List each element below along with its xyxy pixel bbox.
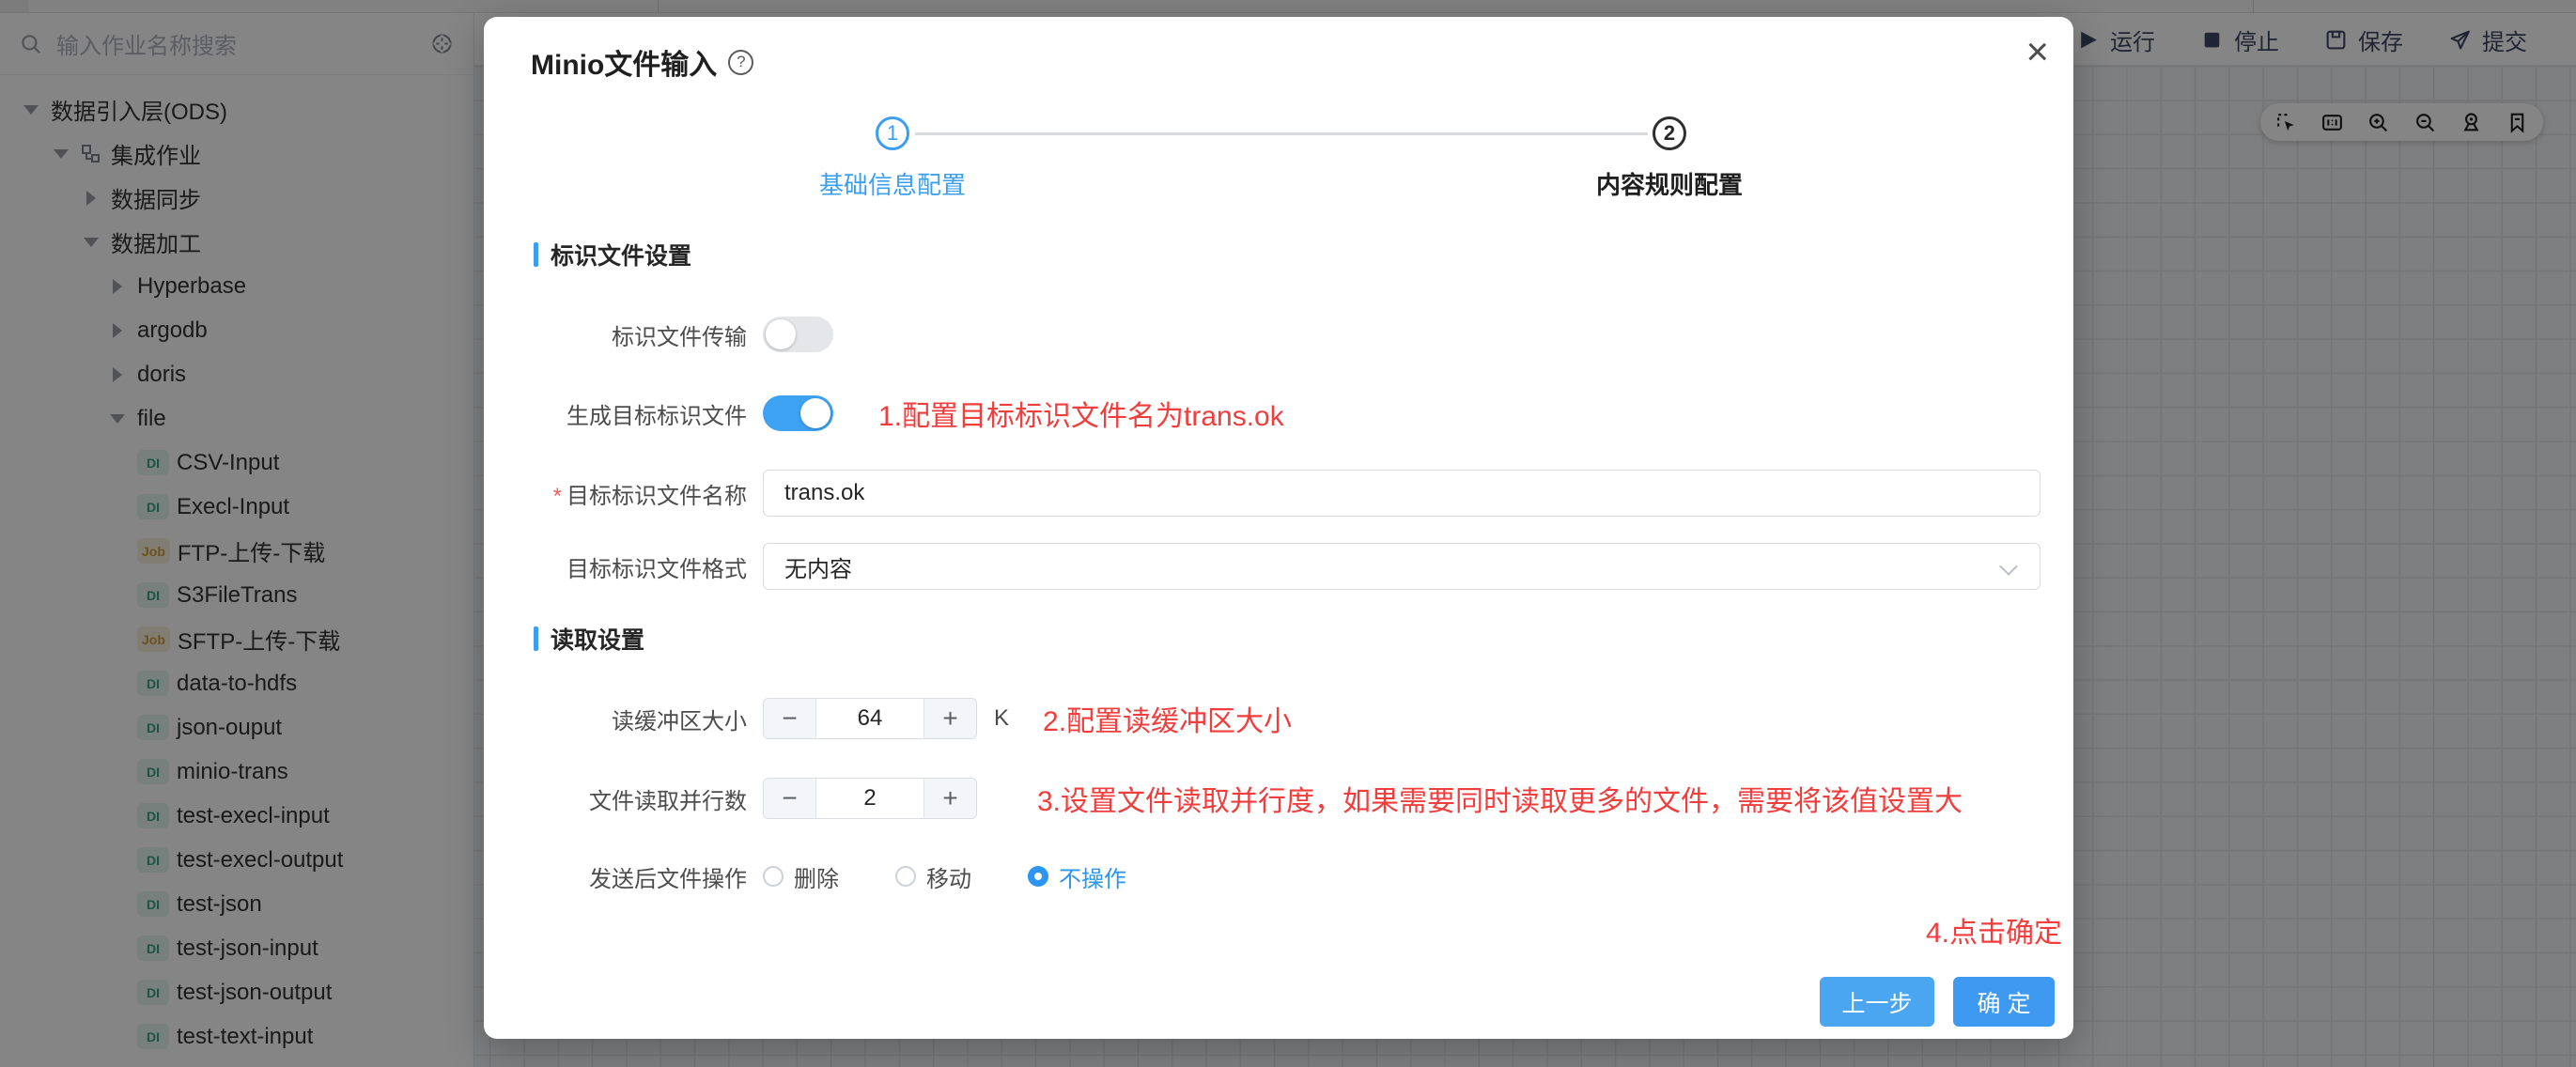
- target-flag-name-label: *目标标识文件名称: [484, 477, 747, 510]
- toggle-knob: [800, 398, 830, 428]
- section-read-settings: 读取设置: [534, 622, 644, 656]
- decrement-button[interactable]: −: [764, 779, 816, 818]
- stepper-line: [915, 132, 1648, 135]
- decrement-button[interactable]: −: [764, 699, 816, 738]
- radio-icon: [895, 866, 916, 887]
- minio-input-dialog: Minio文件输入 ? × 1 基础信息配置 2 内容规则配置 标识文件设置 标…: [484, 17, 2073, 1039]
- radio-move[interactable]: 移动: [895, 860, 971, 893]
- row-parallel: 文件读取并行数 − 2 + 3.设置文件读取并行度，如果需要同时读取更多的文件，…: [484, 775, 2073, 822]
- chevron-down-icon: [1999, 557, 2018, 576]
- annotation-step4: 4.点击确定: [1926, 909, 2062, 951]
- radio-no-action[interactable]: 不操作: [1028, 860, 1126, 893]
- row-flag-transfer: 标识文件传输: [484, 311, 2073, 358]
- annotation-step3: 3.设置文件读取并行度，如果需要同时读取更多的文件，需要将该值设置大: [1037, 778, 1963, 819]
- step-basic-info[interactable]: 1 基础信息配置: [819, 116, 966, 201]
- parallel-value[interactable]: 2: [816, 779, 923, 818]
- dialog-title: Minio文件输入 ?: [531, 41, 753, 83]
- select-value: 无内容: [784, 550, 852, 583]
- confirm-button[interactable]: 确 定: [1953, 977, 2055, 1027]
- app-window: 运行 停止 保存: [0, 0, 2576, 1067]
- parallel-stepper: − 2 +: [763, 778, 977, 819]
- row-post-action: 发送后文件操作 删除 移动 不操作: [484, 853, 2073, 900]
- annotation-step2: 2.配置读缓冲区大小: [1043, 698, 1292, 739]
- row-read-buffer: 读缓冲区大小 − 64 + K 2.配置读缓冲区大小: [484, 695, 2073, 742]
- radio-delete[interactable]: 删除: [763, 860, 839, 893]
- dialog-footer: 上一步 确 定: [1820, 977, 2055, 1027]
- post-action-label: 发送后文件操作: [484, 860, 747, 893]
- step-content-rules[interactable]: 2 内容规则配置: [1596, 116, 1743, 201]
- help-icon[interactable]: ?: [728, 50, 753, 75]
- close-icon[interactable]: ×: [2025, 32, 2049, 71]
- increment-button[interactable]: +: [923, 779, 976, 818]
- radio-icon: [1028, 866, 1048, 887]
- annotation-step1: 1.配置目标标识文件名为trans.ok: [878, 393, 1284, 434]
- flag-transfer-label: 标识文件传输: [484, 318, 747, 351]
- increment-button[interactable]: +: [923, 699, 976, 738]
- target-flag-format-select[interactable]: 无内容: [763, 543, 2041, 590]
- read-buffer-label: 读缓冲区大小: [484, 703, 747, 735]
- dialog-title-text: Minio文件输入: [531, 41, 717, 83]
- row-target-flag-format: 目标标识文件格式 无内容: [484, 543, 2073, 590]
- step-2-label: 内容规则配置: [1596, 166, 1743, 201]
- gen-target-flag-toggle[interactable]: [763, 395, 833, 431]
- gen-target-flag-label: 生成目标标识文件: [484, 397, 747, 430]
- parallel-label: 文件读取并行数: [484, 782, 747, 815]
- step-1-circle: 1: [876, 116, 909, 150]
- read-buffer-unit: K: [994, 705, 1009, 732]
- toggle-knob: [766, 319, 796, 349]
- section-accent-bar: [534, 242, 538, 267]
- radio-icon: [763, 866, 784, 887]
- row-gen-target-flag: 生成目标标识文件 1.配置目标标识文件名为trans.ok: [484, 390, 2073, 437]
- section-accent-bar: [534, 626, 538, 651]
- target-flag-format-label: 目标标识文件格式: [484, 550, 747, 583]
- section-identity-file: 标识文件设置: [534, 238, 691, 271]
- row-target-flag-name: *目标标识文件名称: [484, 470, 2073, 517]
- required-asterisk: *: [553, 484, 562, 509]
- target-flag-name-input[interactable]: [763, 470, 2041, 517]
- flag-transfer-toggle[interactable]: [763, 317, 833, 352]
- step-2-circle: 2: [1653, 116, 1686, 150]
- read-buffer-value[interactable]: 64: [816, 699, 923, 738]
- step-1-label: 基础信息配置: [819, 166, 966, 201]
- previous-step-button[interactable]: 上一步: [1820, 977, 1934, 1027]
- read-buffer-stepper: − 64 +: [763, 698, 977, 739]
